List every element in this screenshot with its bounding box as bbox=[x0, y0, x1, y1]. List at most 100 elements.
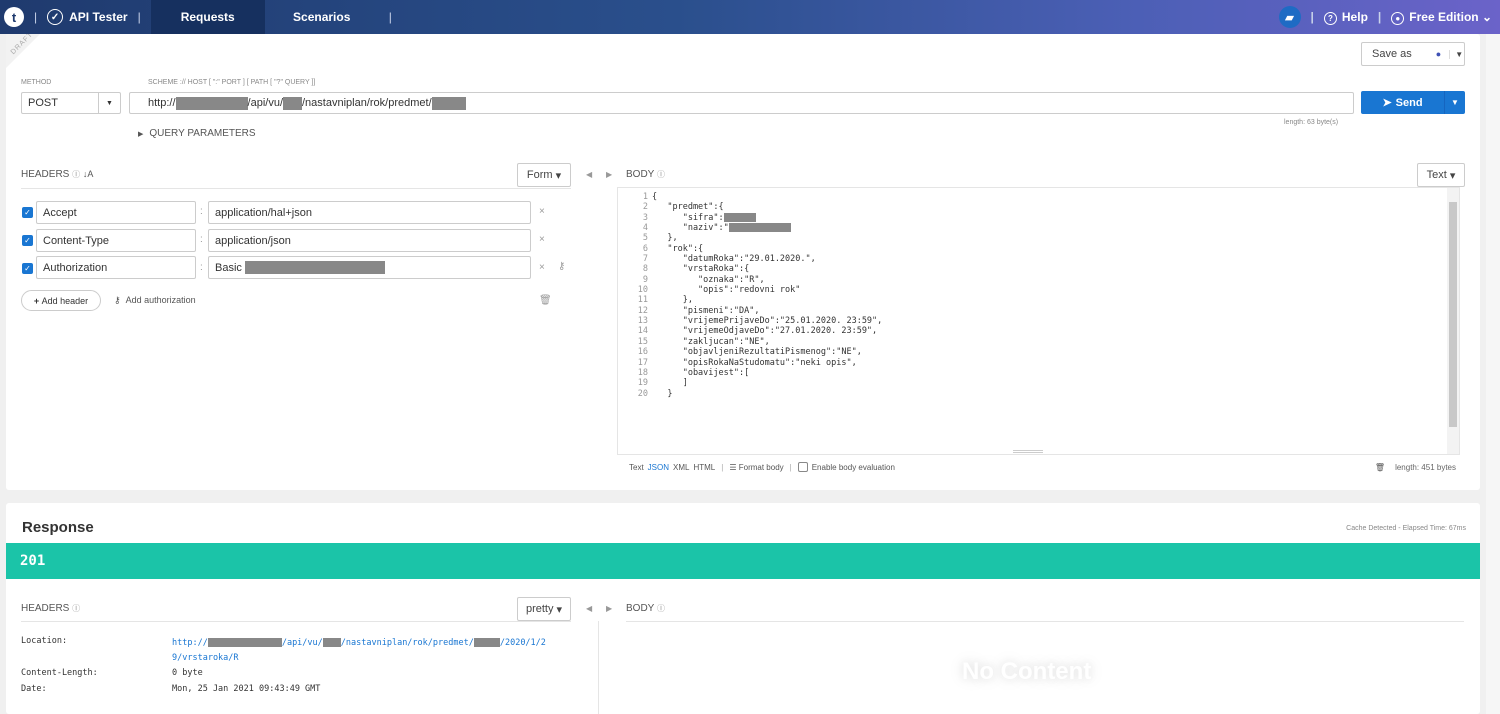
code-line[interactable]: "zakljucan":"NE", bbox=[652, 337, 882, 347]
chevron-down-icon[interactable]: ▼ bbox=[1449, 49, 1463, 59]
tab-requests[interactable]: Requests bbox=[150, 0, 265, 34]
line-number: 6 bbox=[642, 243, 648, 254]
sort-icon[interactable]: ↓a bbox=[83, 169, 94, 179]
body-format-select[interactable]: Text ▾ bbox=[1417, 163, 1465, 187]
trash-icon[interactable]: 🗑 bbox=[1375, 463, 1385, 472]
collapse-left-icon[interactable]: ◀ bbox=[586, 170, 592, 179]
header-value-input[interactable]: application/json bbox=[208, 229, 531, 252]
app-brand[interactable]: ✓ API Tester bbox=[47, 9, 128, 25]
redacted-block bbox=[244, 261, 385, 274]
resize-handle[interactable] bbox=[1013, 450, 1043, 453]
save-as-button[interactable]: Save as ● ▼ bbox=[1361, 42, 1465, 66]
enable-eval-checkbox[interactable] bbox=[797, 462, 808, 472]
add-authorization-link[interactable]: ⚷ Add authorization bbox=[114, 295, 196, 306]
line-number: 12 bbox=[637, 305, 648, 316]
page-scrollbar[interactable] bbox=[1486, 34, 1500, 714]
key-icon: ⚷ bbox=[114, 295, 121, 305]
top-navigation-bar: t | ✓ API Tester | Requests Scenarios | … bbox=[0, 0, 1500, 34]
app-logo[interactable]: t bbox=[4, 7, 24, 27]
header-name-input[interactable]: Accept bbox=[36, 201, 196, 224]
chevron-down-icon[interactable]: ▼ bbox=[98, 93, 120, 113]
code-line[interactable]: "sifra": bbox=[652, 212, 882, 223]
separator: | bbox=[388, 10, 392, 24]
send-button[interactable]: ➤ Send ▼ bbox=[1361, 91, 1465, 114]
code-line[interactable]: "objavljeniRezultatiPismenog":"NE", bbox=[652, 347, 882, 357]
help-icon: ? bbox=[1323, 11, 1337, 25]
collapse-left-icon[interactable]: ◀ bbox=[586, 604, 592, 613]
redacted-block bbox=[473, 638, 500, 647]
mode-xml[interactable]: XML bbox=[673, 463, 689, 472]
mode-html[interactable]: HTML bbox=[693, 463, 715, 472]
code-line[interactable]: "vrstaRoka":{ bbox=[652, 264, 882, 274]
expand-right-icon[interactable]: ▶ bbox=[606, 604, 612, 613]
mode-json[interactable]: JSON bbox=[648, 463, 669, 472]
redacted-block bbox=[728, 223, 791, 233]
response-title: Response bbox=[22, 519, 94, 536]
code-line[interactable]: }, bbox=[652, 233, 882, 243]
code-line[interactable]: }, bbox=[652, 295, 882, 305]
format-body-button[interactable]: ☰ Format body bbox=[729, 463, 783, 472]
method-select[interactable]: POST ▼ bbox=[21, 92, 121, 114]
info-icon: ⓘ bbox=[72, 170, 81, 179]
line-number: 19 bbox=[637, 378, 648, 389]
remove-header-icon[interactable]: × bbox=[539, 234, 545, 245]
tab-scenarios[interactable]: Scenarios bbox=[265, 0, 379, 34]
header-name-input[interactable]: Content-Type bbox=[36, 229, 196, 252]
trash-icon[interactable]: 🗑 bbox=[539, 295, 552, 306]
header-value-input[interactable]: Basic bbox=[208, 256, 531, 279]
url-input[interactable]: http:///api/vu//nastavniplan/rok/predmet… bbox=[129, 92, 1354, 114]
query-parameters-toggle[interactable]: ▶ QUERY PARAMETERS bbox=[138, 128, 256, 139]
body-editor[interactable]: 1 2 3 4 5 6 7 8 9 10 11 12 13 14 15 16 17 18 19 20 { "predm… bbox=[617, 187, 1460, 455]
chevron-down-icon[interactable]: ▼ bbox=[1445, 98, 1465, 107]
code-line[interactable]: "obavijest":[ bbox=[652, 368, 882, 378]
code-line[interactable]: "predmet":{ bbox=[652, 202, 882, 212]
edition-menu[interactable]: ● Free Edition ⌄ bbox=[1391, 10, 1492, 25]
remove-header-icon[interactable]: × bbox=[539, 262, 545, 273]
location-link[interactable]: http:///api/vu//nastavniplan/rok/predmet… bbox=[172, 636, 582, 666]
code-line[interactable]: "oznaka":"R", bbox=[652, 275, 882, 285]
top-right-actions: ▰ | ? Help | ● Free Edition ⌄ bbox=[1278, 0, 1492, 34]
line-number: 16 bbox=[637, 347, 648, 358]
code-line[interactable]: { bbox=[652, 192, 882, 202]
code-line[interactable]: ] bbox=[652, 378, 882, 388]
code-line[interactable]: "vrijemePrijaveDo":"25.01.2020. 23:59", bbox=[652, 316, 883, 326]
response-panel: Response Cache Detected - Elapsed Time: … bbox=[6, 503, 1480, 714]
body-toolbar: Text JSON XML HTML | ☰ Format body | Ena… bbox=[617, 462, 1460, 472]
redacted-block bbox=[175, 96, 248, 110]
code-line[interactable]: } bbox=[652, 389, 882, 399]
chat-icon[interactable]: ▰ bbox=[1278, 6, 1301, 28]
add-header-button[interactable]: + Add header bbox=[21, 290, 101, 311]
headers-form-toggle[interactable]: Form ▾ bbox=[517, 163, 571, 187]
code-line[interactable]: "opisRokaNaStudomatu":"neki opis", bbox=[652, 358, 882, 368]
header-enabled-checkbox[interactable]: ✓ bbox=[22, 207, 33, 218]
code-line[interactable]: "pismeni":"DA", bbox=[652, 306, 882, 316]
header-enabled-checkbox[interactable]: ✓ bbox=[22, 263, 33, 274]
line-number: 13 bbox=[637, 316, 648, 327]
header-name-input[interactable]: Authorization bbox=[36, 256, 196, 279]
headers-section-title: HEADERS ⓘ ↓a bbox=[21, 169, 94, 180]
mode-text[interactable]: Text bbox=[629, 463, 644, 472]
code-line[interactable]: "rok":{ bbox=[652, 244, 882, 254]
scroll-thumb[interactable] bbox=[1449, 202, 1457, 427]
code-line[interactable]: "datumRoka":"29.01.2020.", bbox=[652, 254, 882, 264]
line-number: 8 bbox=[642, 264, 648, 275]
response-header-value: 0 byte bbox=[172, 668, 203, 678]
code-content[interactable]: { "predmet":{ "sifra": "naziv":" }, "rok… bbox=[652, 192, 882, 399]
colon: : bbox=[200, 206, 203, 217]
expand-right-icon[interactable]: ▶ bbox=[606, 170, 612, 179]
remove-header-icon[interactable]: × bbox=[539, 206, 545, 217]
line-number: 2 bbox=[642, 202, 648, 213]
editor-scrollbar[interactable] bbox=[1447, 188, 1459, 454]
line-number: 18 bbox=[637, 367, 648, 378]
header-enabled-checkbox[interactable]: ✓ bbox=[22, 235, 33, 246]
divider bbox=[626, 621, 1464, 622]
help-link[interactable]: ? Help bbox=[1323, 10, 1368, 25]
code-line[interactable]: "vrijemeOdjaveDo":"27.01.2020. 23:59", bbox=[652, 326, 882, 336]
key-icon[interactable]: ⚷ bbox=[558, 261, 565, 272]
divider bbox=[21, 188, 571, 189]
pretty-toggle[interactable]: pretty ▾ bbox=[517, 597, 571, 621]
separator: | bbox=[34, 10, 38, 24]
code-line[interactable]: "naziv":" bbox=[652, 223, 882, 233]
header-value-input[interactable]: application/hal+json bbox=[208, 201, 531, 224]
code-line[interactable]: "opis":"redovni rok" bbox=[652, 285, 882, 295]
